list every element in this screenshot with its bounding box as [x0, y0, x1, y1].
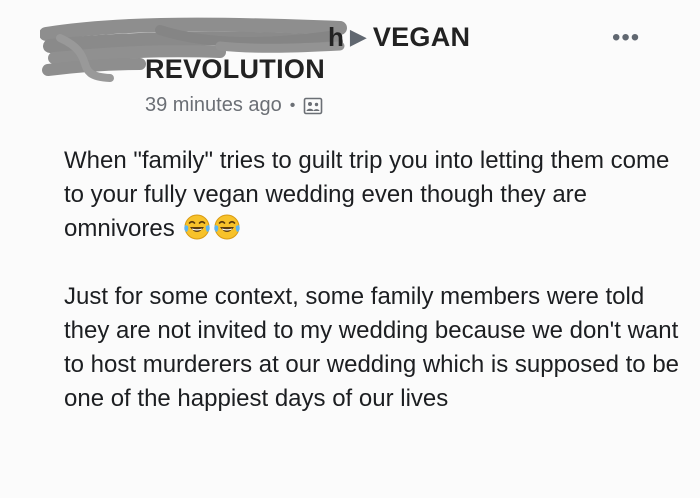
post-meta: 39 minutes ago • — [145, 94, 323, 117]
post-paragraph-1-text: When "family" tries to guilt trip you in… — [64, 147, 670, 242]
meta-separator: • — [289, 96, 296, 114]
group-name-line2[interactable]: REVOLUTION — [145, 54, 325, 85]
post-paragraph-1: When "family" tries to guilt trip you in… — [64, 144, 684, 246]
post-timestamp[interactable]: 39 minutes ago — [145, 94, 282, 117]
group-name-line1[interactable]: VEGAN — [373, 22, 471, 53]
post-body: When "family" tries to guilt trip you in… — [64, 144, 684, 416]
more-options-icon[interactable]: ••• — [612, 26, 640, 50]
post-paragraph-2: Just for some context, some family membe… — [64, 283, 680, 412]
author-name-fragment[interactable]: h — [328, 22, 344, 53]
post-header: h ▶ VEGAN — [328, 20, 470, 54]
tears-of-joy-icon — [184, 214, 211, 240]
arrow-right-icon: ▶ — [349, 24, 367, 49]
group-privacy-icon — [304, 97, 323, 114]
tears-of-joy-icon — [214, 214, 241, 240]
post-card: h ▶ VEGAN REVOLUTION 39 minutes ago • ••… — [0, 0, 700, 498]
